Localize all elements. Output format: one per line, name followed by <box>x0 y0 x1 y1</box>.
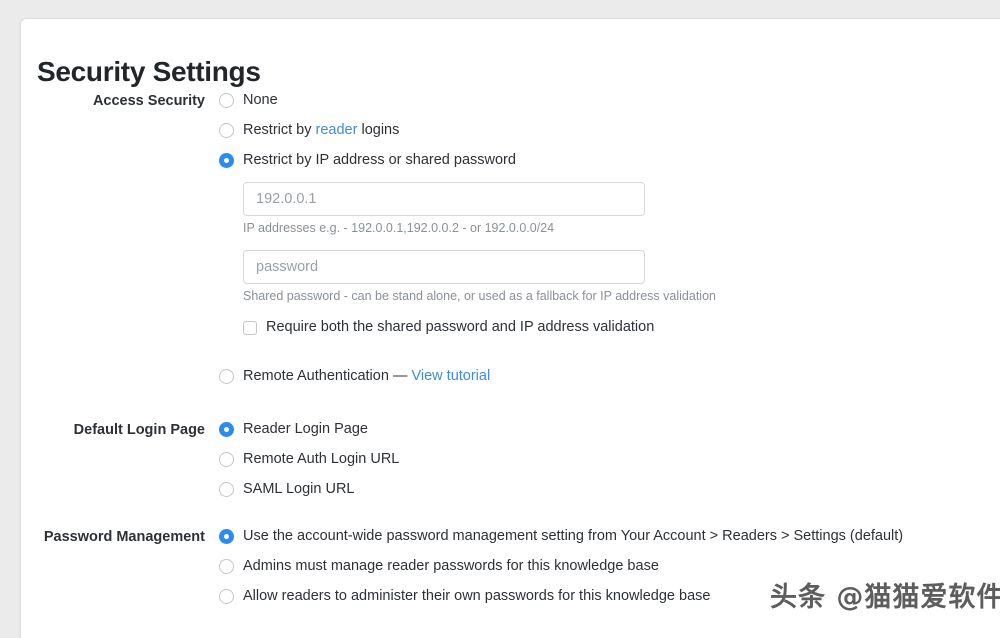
page-title: Security Settings <box>37 55 261 87</box>
radio-label-remote-auth: Remote Authentication — View tutorial <box>243 367 490 386</box>
radio-label-reader-login-page: Reader Login Page <box>243 421 368 437</box>
radio-option-remote-auth[interactable]: Remote Authentication — View tutorial <box>219 367 716 386</box>
reader-link[interactable]: reader <box>316 122 358 138</box>
ip-address-input[interactable] <box>243 182 645 216</box>
ip-address-block: IP addresses e.g. - 192.0.0.1,192.0.0.2 … <box>243 182 716 236</box>
radio-icon-admins-manage[interactable] <box>219 559 234 574</box>
radio-option-account-wide[interactable]: Use the account-wide password management… <box>219 527 903 546</box>
radio-icon-ip-or-password[interactable] <box>219 153 234 168</box>
radio-option-reader-login-page[interactable]: Reader Login Page <box>219 420 399 439</box>
checkbox-option-require-both[interactable]: Require both the shared password and IP … <box>243 318 716 337</box>
radio-icon-readers-self[interactable] <box>219 589 234 604</box>
radio-icon-remote-auth-login-url[interactable] <box>219 452 234 467</box>
radio-icon-reader-logins[interactable] <box>219 123 234 138</box>
radio-option-ip-or-password[interactable]: Restrict by IP address or shared passwor… <box>219 151 716 170</box>
radio-option-admins-manage[interactable]: Admins must manage reader passwords for … <box>219 557 903 576</box>
radio-icon-remote-auth[interactable] <box>219 369 234 384</box>
password-management-label: Password Management <box>43 529 205 545</box>
radio-option-saml-login-url[interactable]: SAML Login URL <box>219 480 399 499</box>
radio-label-remote-auth-login-url: Remote Auth Login URL <box>243 451 400 467</box>
radio-label-saml-login-url: SAML Login URL <box>243 481 355 497</box>
checkbox-icon-require-both[interactable] <box>243 321 257 335</box>
radio-icon-account-wide[interactable] <box>219 529 234 544</box>
access-security-subfields: IP addresses e.g. - 192.0.0.1,192.0.0.2 … <box>243 182 716 337</box>
radio-label-ip-or-password: Restrict by IP address or shared passwor… <box>243 152 516 168</box>
radio-label-account-wide: Use the account-wide password management… <box>243 528 904 544</box>
shared-password-help: Shared password - can be stand alone, or… <box>243 289 716 303</box>
shared-password-input[interactable] <box>243 250 645 284</box>
radio-icon-reader-login-page[interactable] <box>219 422 234 437</box>
view-tutorial-link[interactable]: View tutorial <box>411 368 490 384</box>
default-login-page-options: Reader Login Page Remote Auth Login URL … <box>219 420 399 499</box>
radio-option-none[interactable]: None <box>219 91 716 110</box>
watermark-overlay: 头条 @猫猫爱软件 <box>770 582 1000 613</box>
checkbox-label-require-both: Require both the shared password and IP … <box>266 319 655 335</box>
shared-password-block: Shared password - can be stand alone, or… <box>243 250 716 304</box>
radio-label-none: None <box>243 92 278 108</box>
radio-option-remote-auth-login-url[interactable]: Remote Auth Login URL <box>219 450 399 469</box>
remote-auth-prefix: Remote Authentication — <box>243 368 412 384</box>
radio-icon-saml-login-url[interactable] <box>219 482 234 497</box>
default-login-page-row: Default Login Page Reader Login Page Rem… <box>21 420 399 499</box>
reader-logins-prefix: Restrict by <box>243 122 316 138</box>
radio-option-reader-logins[interactable]: Restrict by reader logins <box>219 121 716 140</box>
access-security-label: Access Security <box>92 93 205 109</box>
radio-label-admins-manage: Admins must manage reader passwords for … <box>243 558 659 574</box>
radio-icon-none[interactable] <box>219 93 234 108</box>
access-security-row: Access Security None Restrict by reader … <box>21 91 716 386</box>
ip-address-help: IP addresses e.g. - 192.0.0.1,192.0.0.2 … <box>243 221 555 235</box>
radio-label-readers-self: Allow readers to administer their own pa… <box>243 588 711 604</box>
radio-label-reader-logins: Restrict by reader logins <box>243 121 399 140</box>
access-security-options: None Restrict by reader logins Restrict … <box>219 91 716 386</box>
reader-logins-suffix: logins <box>357 122 400 138</box>
settings-card: Security Settings Access Security None R… <box>20 18 1000 638</box>
default-login-page-label: Default Login Page <box>73 422 205 438</box>
